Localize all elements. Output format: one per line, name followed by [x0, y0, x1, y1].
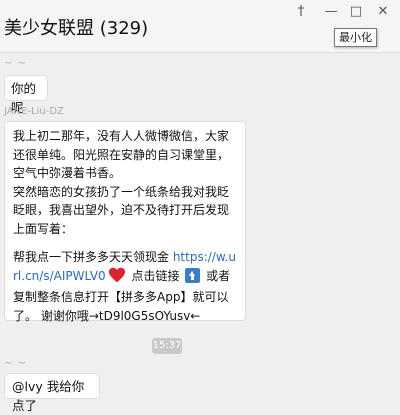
share-prefix: 帮我点一下拼多多天天领现金 [13, 250, 173, 264]
share-message: 帮我点一下拼多多天天领现金 https://w.url.cn/s/AIPWLV0… [13, 248, 237, 325]
maximize-icon[interactable]: □ [345, 2, 367, 22]
message-paragraph: 突然暗恋的女孩扔了一个纸条给我对我眨眨眼，我喜出望外，迫不及待打开后发现上面写着… [13, 184, 230, 236]
message-sender: ~ ~ [4, 58, 27, 69]
heart-icon [108, 267, 126, 289]
message-bubble[interactable]: 你的呢 [4, 75, 48, 115]
minimize-tooltip: 最小化 [334, 28, 377, 47]
message-sender[interactable]: JANE-Liu-DZ [4, 106, 64, 117]
click-link-label: 点击链接 [127, 268, 184, 283]
message-bubble[interactable]: 我上初二那年，没有人人微博微信，大家还很单纯。阳光照在安静的自习课堂里，空气中弥… [4, 121, 246, 323]
pin-icon[interactable]: † [290, 2, 312, 22]
message-sender: ~ ~ [4, 358, 27, 369]
chat-title: 美少女联盟 (329) [4, 18, 149, 39]
minimize-icon[interactable]: — [320, 2, 342, 22]
up-arrow-icon [185, 267, 201, 283]
timestamp: 15:37 [152, 338, 182, 354]
close-icon[interactable]: ✕ [372, 2, 394, 22]
message-paragraph: 我上初二那年，没有人人微博微信，大家还很单纯。阳光照在安静的自习课堂里，空气中弥… [13, 129, 230, 180]
message-bubble[interactable]: @lvy 我给你点了 [4, 373, 100, 413]
